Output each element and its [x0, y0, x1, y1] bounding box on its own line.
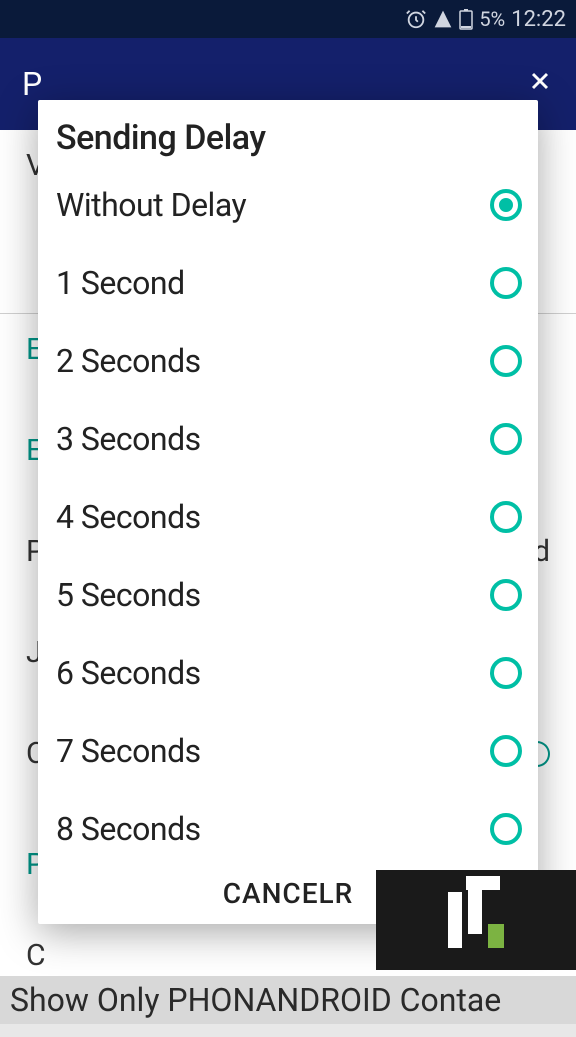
dialog-title: Sending Delay — [38, 100, 538, 166]
radio-icon — [490, 345, 522, 377]
radio-icon — [490, 579, 522, 611]
option-1-second[interactable]: 1 Second — [38, 244, 538, 322]
radio-icon — [490, 423, 522, 455]
option-2-seconds[interactable]: 2 Seconds — [38, 322, 538, 400]
logo-overlay — [376, 870, 576, 970]
option-label: 6 Seconds — [56, 654, 201, 692]
status-bar: 5% 12:22 — [0, 0, 576, 38]
option-label: 7 Seconds — [56, 732, 201, 770]
battery-percent: 5% — [479, 7, 505, 31]
header-title-fragment: P — [22, 65, 42, 103]
option-6-seconds[interactable]: 6 Seconds — [38, 634, 538, 712]
dialog-option-list[interactable]: Without Delay 1 Second 2 Seconds 3 Secon… — [38, 166, 538, 863]
option-label: Without Delay — [56, 186, 246, 224]
option-label: 5 Seconds — [56, 576, 201, 614]
radio-icon — [490, 735, 522, 767]
option-without-delay[interactable]: Without Delay — [38, 166, 538, 244]
status-time: 12:22 — [511, 7, 566, 32]
bottom-ticker: Show Only PHONANDROID Contae — [0, 976, 576, 1024]
option-5-seconds[interactable]: 5 Seconds — [38, 556, 538, 634]
signal-icon — [433, 9, 453, 29]
radio-icon — [490, 501, 522, 533]
ticker-text: Show Only PHONANDROID Contae — [10, 981, 501, 1019]
option-label: 4 Seconds — [56, 498, 201, 536]
option-3-seconds[interactable]: 3 Seconds — [38, 400, 538, 478]
option-label: 8 Seconds — [56, 810, 201, 848]
option-label: 3 Seconds — [56, 420, 201, 458]
alarm-icon — [405, 8, 427, 30]
close-icon[interactable] — [526, 65, 554, 103]
sending-delay-dialog: Sending Delay Without Delay 1 Second 2 S… — [38, 100, 538, 924]
radio-icon — [490, 267, 522, 299]
option-8-seconds[interactable]: 8 Seconds — [38, 790, 538, 863]
option-4-seconds[interactable]: 4 Seconds — [38, 478, 538, 556]
option-label: 2 Seconds — [56, 342, 201, 380]
radio-icon — [490, 189, 522, 221]
radio-icon — [490, 813, 522, 845]
radio-icon — [490, 657, 522, 689]
logo-icon — [448, 892, 504, 948]
option-label: 1 Second — [56, 264, 185, 302]
battery-icon — [459, 8, 473, 30]
option-7-seconds[interactable]: 7 Seconds — [38, 712, 538, 790]
